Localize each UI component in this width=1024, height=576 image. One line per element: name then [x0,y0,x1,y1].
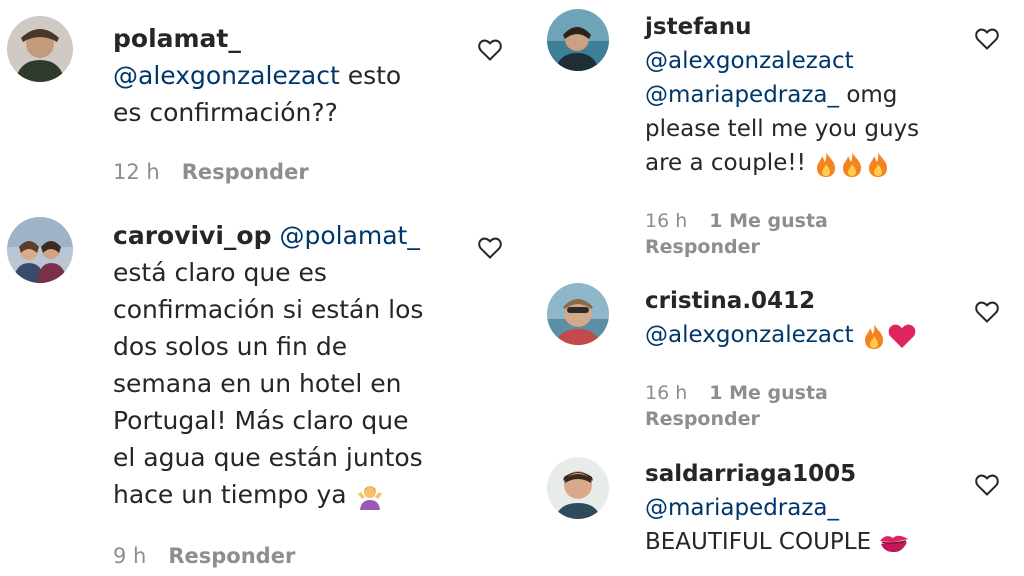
avatar[interactable] [7,16,73,82]
like-heart-icon[interactable] [477,236,503,260]
mention-link[interactable]: @alexgonzalezact [113,61,340,90]
comment-username[interactable]: jstefanu [645,14,751,40]
mention-link[interactable]: @alexgonzalezact [645,48,854,74]
like-heart-icon[interactable] [974,27,1000,51]
comment-meta: 16 h 1 Me gusta Responder [645,208,828,260]
mention-link[interactable]: @mariapedraza_ [645,495,839,521]
comment-text-line: please tell me you guys [645,116,920,142]
avatar[interactable] [547,283,609,345]
comment-text: polamat_ @alexgonzalezact esto es confir… [113,20,401,131]
comment-meta: 16 h 1 Me gusta Responder [645,380,828,432]
comment-text-line: BEAUTIFUL COUPLE [645,529,872,555]
comment-text-line: es confirmación?? [113,98,338,127]
likes-count[interactable]: 1 Me gusta [709,210,828,232]
mention-link[interactable]: @polamat_ [279,221,419,250]
comment-time: 9 h [113,544,147,568]
mention-link[interactable]: @mariapedraza_ [645,82,839,108]
comment-text-line: dos solos un fin de [113,332,348,361]
comment-username[interactable]: polamat_ [113,24,241,53]
reply-button[interactable]: Responder [645,408,760,430]
like-heart-icon[interactable] [974,473,1000,497]
avatar[interactable] [547,9,609,71]
comment-time: 16 h [645,382,688,404]
comment-text-segment: esto [339,61,402,90]
comment-text-line: el agua que están juntos [113,443,423,472]
comment-time: 12 h [113,160,160,184]
avatar[interactable] [547,457,609,519]
comment-text-line: hace un tiempo ya [113,480,347,509]
comment-text-line: Portugal! Más claro que [113,406,409,435]
comment-text-line: are a couple!! [645,150,806,176]
comment-text: cristina.0412 @alexgonzalezact [645,284,917,352]
like-heart-icon[interactable] [974,300,1000,324]
person-shrugging-icon [355,481,385,511]
reply-button[interactable]: Responder [168,544,295,568]
comment-text: jstefanu @alexgonzalezact @mariapedraza_… [645,10,919,180]
comment-text-line: semana en un hotel en [113,369,402,398]
comment-text: saldarriaga1005 @mariapedraza_ BEAUTIFUL… [645,457,910,559]
red-heart-icon [887,322,917,350]
comment-text: carovivi_op @polamat_ está claro que es … [113,217,423,513]
comment-text-segment: omg [839,82,898,108]
comment-username[interactable]: saldarriaga1005 [645,461,856,487]
comment-username[interactable]: cristina.0412 [645,288,815,314]
mention-link[interactable]: @alexgonzalezact [645,322,854,348]
reply-button[interactable]: Responder [182,160,309,184]
comment-time: 16 h [645,210,688,232]
comment-username[interactable]: carovivi_op [113,221,272,250]
fire-icon [813,150,891,178]
avatar[interactable] [7,217,73,283]
reply-button[interactable]: Responder [645,236,760,258]
likes-count[interactable]: 1 Me gusta [709,382,828,404]
fire-icon [861,322,887,350]
like-heart-icon[interactable] [477,38,503,62]
kiss-mark-icon [878,531,910,555]
comment-meta: 12 h Responder [113,160,309,184]
comment-meta: 9 h Responder [113,544,295,568]
comment-text-line: está claro que es [113,258,327,287]
comment-text-line: confirmación si están los [113,295,424,324]
